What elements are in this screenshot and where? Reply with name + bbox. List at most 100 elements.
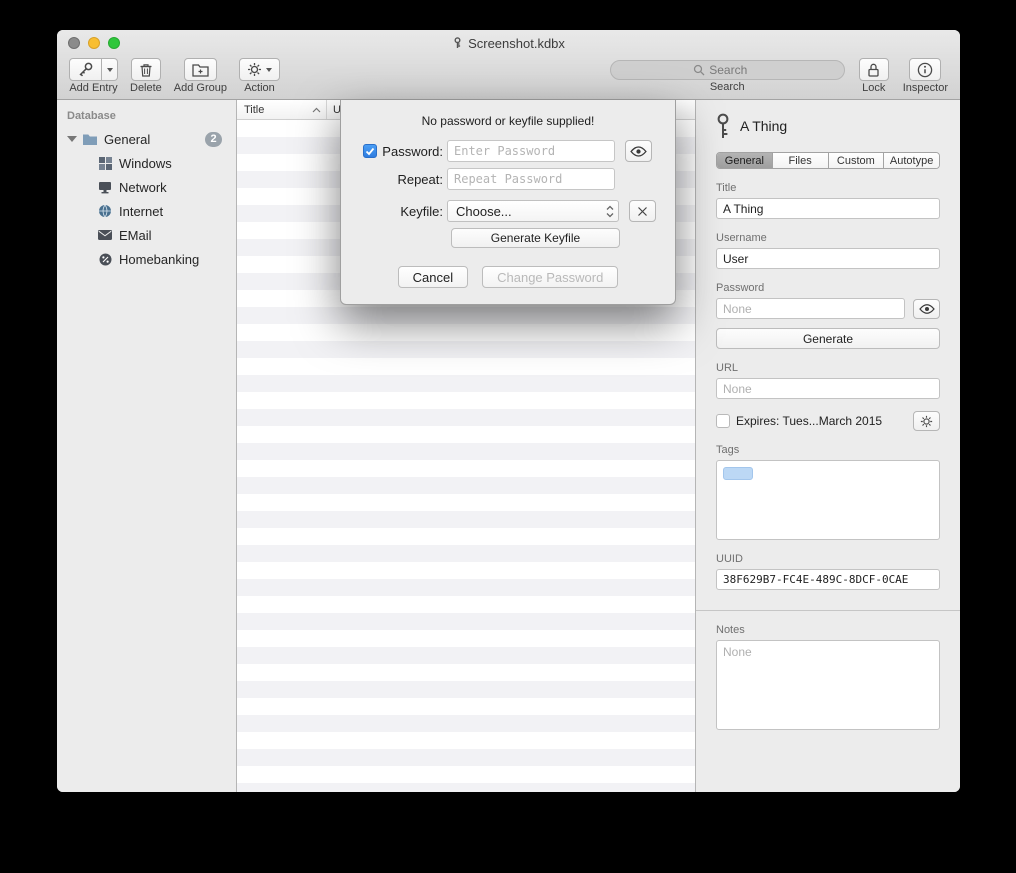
password-checkbox[interactable]	[363, 144, 377, 158]
reveal-password-button[interactable]	[913, 299, 940, 319]
gear-icon	[920, 415, 933, 428]
windows-icon	[97, 157, 113, 170]
password-label: Password:	[382, 144, 443, 159]
toolbar-item-lock: Lock	[859, 58, 889, 94]
search-icon	[693, 64, 705, 76]
column-header-title[interactable]: Title	[237, 100, 327, 119]
change-password-button[interactable]: Change Password	[482, 266, 618, 288]
tab-custom[interactable]: Custom	[829, 153, 885, 168]
disclosure-triangle-icon[interactable]	[67, 136, 77, 142]
sidebar-item-label: Network	[119, 180, 167, 195]
chevron-down-icon	[266, 68, 272, 72]
title-field[interactable]	[716, 198, 940, 219]
notes-field[interactable]	[716, 640, 940, 730]
add-entry-button[interactable]	[69, 58, 102, 81]
generate-button[interactable]: Generate	[716, 328, 940, 349]
sheet-actions: Cancel Change Password	[359, 266, 657, 288]
username-label: Username	[716, 232, 940, 244]
sidebar-item-windows[interactable]: Windows	[57, 151, 236, 175]
percent-coin-icon	[97, 253, 113, 266]
eye-icon	[630, 146, 647, 157]
search-input[interactable]	[709, 63, 761, 77]
title-label: Title	[716, 182, 940, 194]
entry-count-badge: 2	[205, 132, 222, 147]
action-label: Action	[244, 82, 275, 94]
add-entry-label: Add Entry	[69, 82, 117, 94]
sheet-repeat-row: Repeat:	[359, 168, 657, 190]
toolbar-item-inspector: Inspector	[903, 58, 948, 94]
sidebar-item-homebanking[interactable]: Homebanking	[57, 247, 236, 271]
inspector-label: Inspector	[903, 82, 948, 94]
url-field[interactable]	[716, 378, 940, 399]
uuid-field[interactable]	[716, 569, 940, 590]
sidebar: Database General 2 Windows	[57, 100, 237, 792]
reveal-password-button[interactable]	[625, 140, 652, 162]
delete-button[interactable]	[131, 58, 161, 81]
close-x-icon	[637, 206, 648, 217]
key-plus-icon	[77, 61, 94, 78]
enter-password-input[interactable]	[447, 140, 615, 162]
sidebar-item-email[interactable]: EMail	[57, 223, 236, 247]
password-field[interactable]	[716, 298, 905, 319]
cancel-button[interactable]: Cancel	[398, 266, 468, 288]
expires-settings-button[interactable]	[913, 411, 940, 431]
action-button[interactable]	[239, 58, 280, 81]
expires-label: Expires: Tues...March 2015	[736, 414, 882, 428]
inspector-tabs: General Files Custom Autotype	[716, 152, 940, 169]
tab-general[interactable]: General	[717, 153, 773, 168]
password-row	[716, 298, 940, 319]
chevron-down-icon	[107, 68, 113, 72]
tab-autotype[interactable]: Autotype	[884, 153, 939, 168]
notes-label: Notes	[716, 624, 940, 636]
sidebar-item-label: EMail	[119, 228, 152, 243]
checkmark-icon	[365, 147, 375, 156]
sidebar-item-label: Homebanking	[119, 252, 199, 267]
repeat-password-input[interactable]	[447, 168, 615, 190]
stepper-chevrons-icon	[606, 205, 614, 218]
inspector-button[interactable]	[909, 58, 941, 81]
tab-files[interactable]: Files	[773, 153, 829, 168]
add-entry-dropdown-button[interactable]	[102, 58, 118, 81]
envelope-icon	[97, 230, 113, 240]
window-title: Screenshot.kdbx	[468, 36, 565, 51]
keyfile-dropdown[interactable]: Choose...	[447, 200, 619, 222]
sidebar-item-general[interactable]: General 2	[57, 127, 236, 151]
sidebar-item-network[interactable]: Network	[57, 175, 236, 199]
sort-ascending-icon	[312, 107, 321, 113]
sidebar-item-label: Windows	[119, 156, 172, 171]
add-group-label: Add Group	[174, 82, 227, 94]
gear-icon	[247, 62, 262, 77]
lock-label: Lock	[862, 82, 885, 94]
expires-checkbox[interactable]	[716, 414, 730, 428]
minimize-button[interactable]	[88, 37, 100, 49]
search-label: Search	[710, 81, 745, 93]
info-icon	[917, 62, 933, 78]
zoom-button[interactable]	[108, 37, 120, 49]
inspector-divider	[696, 610, 960, 611]
add-group-button[interactable]	[184, 58, 217, 81]
trash-icon	[139, 62, 153, 78]
search-field[interactable]	[610, 60, 845, 80]
traffic-lights	[68, 37, 120, 49]
generate-keyfile-button[interactable]: Generate Keyfile	[451, 228, 620, 248]
close-button[interactable]	[68, 37, 80, 49]
url-label: URL	[716, 362, 940, 374]
lock-button[interactable]	[859, 58, 889, 81]
clear-keyfile-button[interactable]	[629, 200, 656, 222]
toolbar-item-action: Action	[239, 58, 280, 94]
toolbar-item-add-group: Add Group	[174, 58, 227, 94]
titlebar: Screenshot.kdbx	[57, 30, 960, 56]
username-field[interactable]	[716, 248, 940, 269]
folder-icon	[82, 133, 98, 146]
password-sheet-dialog: No password or keyfile supplied! Passwor…	[340, 100, 676, 305]
tags-field[interactable]	[716, 460, 940, 540]
toolbar-item-search: Search	[610, 58, 845, 94]
sidebar-item-internet[interactable]: Internet	[57, 199, 236, 223]
tag-token[interactable]	[723, 467, 753, 480]
uuid-label: UUID	[716, 553, 940, 565]
eye-icon	[919, 304, 935, 314]
sidebar-header: Database	[57, 106, 236, 127]
globe-icon	[97, 204, 113, 218]
inspector-panel: A Thing General Files Custom Autotype Ti…	[695, 100, 960, 792]
keyfile-value: Choose...	[456, 204, 512, 219]
